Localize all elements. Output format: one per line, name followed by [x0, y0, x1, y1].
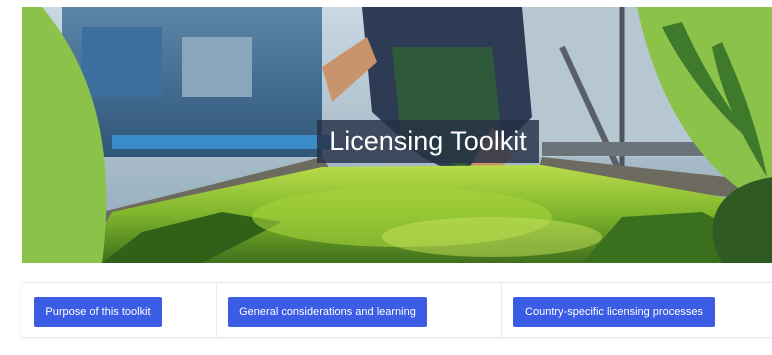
country-licensing-button[interactable]: Country-specific licensing processes — [513, 297, 715, 327]
purpose-button[interactable]: Purpose of this toolkit — [34, 297, 162, 327]
hero-banner: Licensing Toolkit — [22, 7, 772, 263]
page-title: Licensing Toolkit — [317, 120, 539, 163]
nav-cell-purpose: Purpose of this toolkit — [22, 283, 217, 339]
nav-cell-country: Country-specific licensing processes — [502, 283, 772, 339]
nav-cell-considerations: General considerations and learning — [217, 283, 502, 339]
general-considerations-button[interactable]: General considerations and learning — [228, 297, 427, 327]
toolkit-nav: Purpose of this toolkit General consider… — [22, 282, 772, 339]
